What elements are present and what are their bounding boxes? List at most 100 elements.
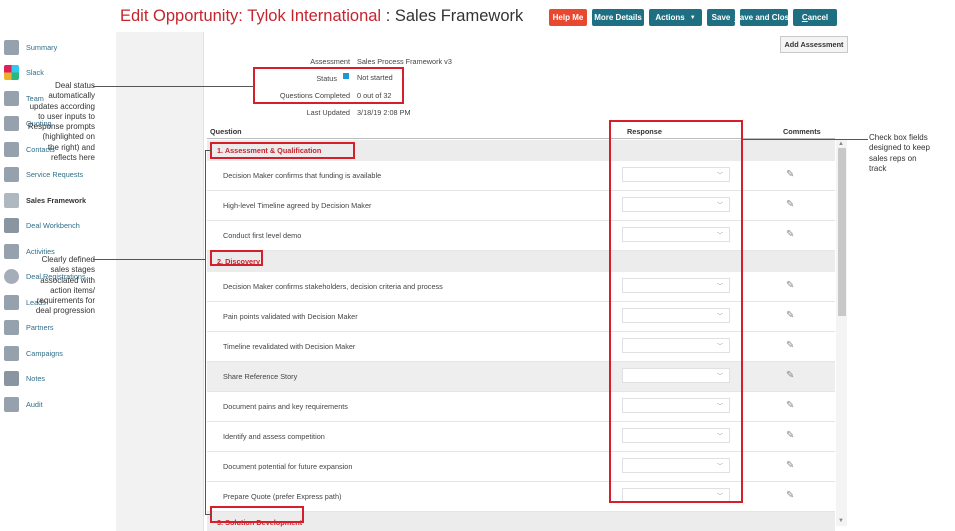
question-text: High-level Timeline agreed by Decision M… bbox=[223, 201, 372, 210]
audit-icon bbox=[4, 396, 19, 412]
sidebar-item-label: Slack bbox=[26, 68, 44, 77]
page-title: Edit Opportunity: Tylok International : … bbox=[120, 7, 523, 26]
sidebar-item-campaigns[interactable]: Campaigns bbox=[4, 342, 90, 364]
annotation-line: to user inputs to bbox=[38, 111, 95, 121]
sales-stages-annotation: Clearly defined sales stages associated … bbox=[0, 255, 95, 317]
sidebar-item-sales-framework[interactable]: Sales Framework bbox=[4, 189, 92, 211]
sidebar-item-label: Sales Framework bbox=[26, 195, 87, 205]
column-header-question: Question bbox=[210, 127, 242, 136]
annotation-line: Deal status bbox=[54, 81, 95, 90]
question-text: Decision Maker confirms stakeholders, de… bbox=[223, 282, 443, 291]
comment-icon[interactable]: ✎ bbox=[786, 340, 794, 351]
title-prefix: Edit Opportunity: bbox=[120, 7, 248, 25]
section-3-highlight-box bbox=[210, 506, 304, 523]
annotation-line: Check box fields bbox=[869, 133, 928, 142]
annotation-line: reflects here bbox=[50, 153, 95, 163]
scrollbar-thumb[interactable] bbox=[838, 148, 846, 316]
assessment-value: Sales Process Framework v3 bbox=[357, 57, 452, 66]
annotation-line: updates according bbox=[29, 101, 95, 111]
slack-icon bbox=[4, 65, 19, 80]
notes-icon bbox=[4, 371, 19, 386]
annotation-line: associated with bbox=[40, 275, 95, 285]
comment-icon[interactable]: ✎ bbox=[786, 310, 794, 321]
comment-icon[interactable]: ✎ bbox=[786, 199, 794, 210]
question-text: Conduct first level demo bbox=[223, 231, 302, 240]
question-text: Document potential for future expansion bbox=[223, 462, 353, 471]
handshake-icon bbox=[4, 320, 19, 335]
sidebar-item-label: Service Requests bbox=[26, 170, 84, 179]
sidebar-item-partners[interactable]: Partners bbox=[4, 317, 90, 339]
annotation-line: sales reps on bbox=[869, 153, 917, 163]
annotation-line: requirements for bbox=[36, 296, 95, 306]
sales-framework-icon bbox=[4, 192, 19, 208]
save-and-close-label: ave and Close bbox=[739, 13, 794, 22]
check-box-leader-line bbox=[743, 139, 868, 140]
column-header-comments: Comments bbox=[783, 127, 821, 136]
more-details-button[interactable]: More Details bbox=[592, 9, 644, 26]
section-2-highlight-box bbox=[210, 250, 263, 266]
sidebar-item-label: Deal Workbench bbox=[26, 221, 80, 230]
sidebar-item-label: Summary bbox=[26, 42, 58, 52]
add-assessment-button[interactable]: Add Assessment bbox=[780, 36, 848, 53]
question-text: Timeline revalidated with Decision Maker bbox=[223, 342, 356, 351]
cancel-button[interactable]: Cancel bbox=[793, 9, 837, 26]
annotation-line: automatically bbox=[48, 91, 95, 101]
service-requests-icon bbox=[4, 167, 19, 182]
actions-label: Actions bbox=[655, 13, 685, 22]
annotation-line: Clearly defined bbox=[41, 255, 95, 264]
annotation-line: designed to keep bbox=[869, 143, 930, 153]
sidebar-item-summary[interactable]: Summary bbox=[4, 36, 90, 58]
comment-icon[interactable]: ✎ bbox=[786, 460, 794, 471]
sidebar-item-deal-workbench[interactable]: Deal Workbench bbox=[4, 215, 90, 237]
annotation-line: action items/ bbox=[50, 285, 95, 295]
comment-icon[interactable]: ✎ bbox=[786, 370, 794, 381]
question-text: Decision Maker confirms that funding is … bbox=[223, 171, 382, 180]
question-text: Identify and assess competition bbox=[223, 432, 325, 441]
sidebar-item-label: Partners bbox=[26, 323, 54, 332]
bracket-tick-3 bbox=[205, 514, 211, 515]
comment-icon[interactable]: ✎ bbox=[786, 400, 794, 411]
annotation-line: deal progression bbox=[35, 306, 95, 316]
chevron-down-icon: ▼ bbox=[689, 14, 696, 21]
bracket-tick-1 bbox=[205, 150, 211, 151]
scroll-up-icon[interactable]: ▲ bbox=[838, 141, 844, 147]
comment-icon[interactable]: ✎ bbox=[786, 430, 794, 441]
campaigns-icon bbox=[4, 345, 19, 361]
title-account: Tylok International bbox=[247, 7, 382, 25]
save-and-close-button[interactable]: Save and Close bbox=[734, 9, 794, 26]
last-updated-label: Last Updated bbox=[306, 108, 350, 117]
scroll-down-icon[interactable]: ▼ bbox=[838, 518, 844, 524]
sales-stages-bracket-line bbox=[205, 150, 206, 514]
sidebar bbox=[116, 32, 204, 531]
annotation-line: track bbox=[869, 163, 887, 173]
comment-icon[interactable]: ✎ bbox=[786, 169, 794, 180]
sidebar-item-audit[interactable]: Audit bbox=[4, 393, 90, 415]
response-highlight-box bbox=[609, 120, 743, 503]
sidebar-item-label: Notes bbox=[26, 374, 46, 383]
comment-icon[interactable]: ✎ bbox=[786, 490, 794, 501]
assessment-label: Assessment bbox=[310, 57, 350, 66]
status-highlight-box bbox=[253, 67, 404, 104]
last-updated-value: 3/18/19 2:08 PM bbox=[357, 108, 411, 117]
save-button[interactable]: Save bbox=[707, 9, 735, 26]
question-text: Share Reference Story bbox=[223, 372, 298, 381]
annotation-line: the right) and bbox=[47, 142, 95, 152]
sidebar-item-service-requests[interactable]: Service Requests bbox=[4, 164, 90, 186]
annotation-line: Response prompts bbox=[27, 122, 95, 132]
comment-icon[interactable]: ✎ bbox=[786, 280, 794, 291]
annotation-line: sales stages bbox=[50, 265, 95, 275]
deal-status-annotation: Deal status automatically updates accord… bbox=[0, 81, 95, 163]
title-separator: : bbox=[381, 7, 395, 25]
sales-stages-leader-line bbox=[93, 259, 205, 260]
title-page: Sales Framework bbox=[394, 7, 524, 25]
annotation-line: (highlighted on bbox=[42, 132, 95, 142]
camera-icon bbox=[4, 218, 19, 233]
actions-button[interactable]: Actions ▼ bbox=[649, 9, 702, 26]
sidebar-item-notes[interactable]: Notes bbox=[4, 368, 90, 390]
question-text: Pain points validated with Decision Make… bbox=[223, 312, 358, 321]
help-me-button[interactable]: Help Me bbox=[549, 9, 587, 26]
section-1-highlight-box bbox=[210, 142, 355, 159]
cancel-label: ancel bbox=[807, 13, 829, 22]
comment-icon[interactable]: ✎ bbox=[786, 229, 794, 240]
summary-icon bbox=[4, 39, 19, 55]
